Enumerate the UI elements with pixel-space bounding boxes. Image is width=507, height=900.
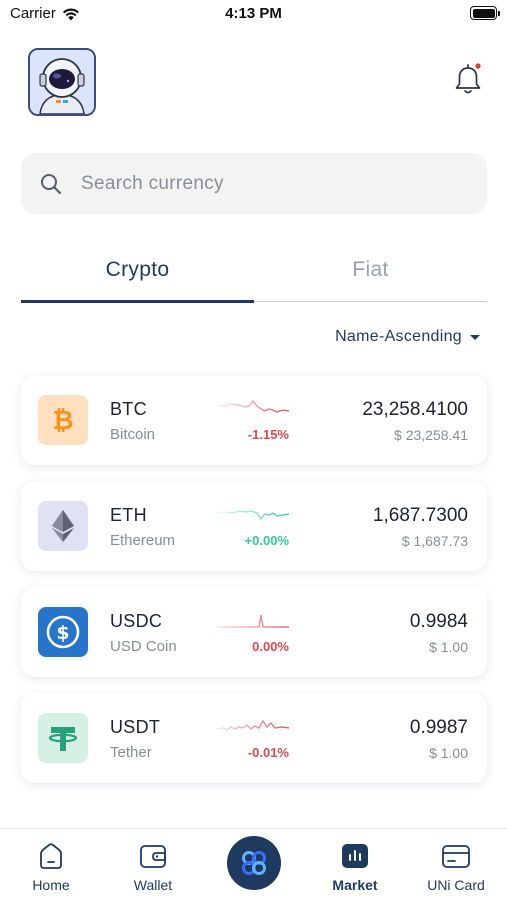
nav-home[interactable]: Home <box>11 841 91 893</box>
coin-name: Ethereum <box>110 532 176 549</box>
sparkline <box>217 399 289 413</box>
coin-price: 23,258.4100 <box>362 399 468 420</box>
sparkline <box>217 510 289 521</box>
nav-center-app-button[interactable] <box>227 836 281 890</box>
coin-name: Bitcoin <box>110 426 156 443</box>
bitcoin-icon: ₿ <box>38 395 88 445</box>
search-input[interactable] <box>81 172 441 195</box>
coin-price: 1,687.7300 <box>372 505 468 526</box>
bottom-nav: Home Wallet Market UNi Card <box>0 828 507 900</box>
coin-change: +0.00% <box>244 533 289 548</box>
nav-home-label: Home <box>32 877 70 893</box>
notification-button[interactable] <box>452 62 484 98</box>
search-icon <box>41 173 62 194</box>
coin-list: ₿ BTC Bitcoin -1.15% 23,258.4100 $ 23,25… <box>21 375 487 799</box>
tether-icon <box>38 713 88 763</box>
wallet-icon <box>140 845 166 868</box>
coin-fiat-value: $ 23,258.41 <box>394 427 468 443</box>
coin-fiat-value: $ 1,687.73 <box>401 533 468 549</box>
status-time: 4:13 PM <box>225 5 282 22</box>
coin-name: Tether <box>110 744 152 761</box>
coin-name: USD Coin <box>110 638 177 655</box>
usdc-icon: $ <box>38 607 88 657</box>
nav-uni-card-label: UNi Card <box>427 877 485 893</box>
nav-wallet[interactable]: Wallet <box>113 841 193 893</box>
market-chart-icon <box>342 844 368 868</box>
coin-price: 0.9984 <box>409 611 468 632</box>
app-logo-icon <box>242 851 266 875</box>
sparkline <box>217 719 289 731</box>
coin-price: 0.9987 <box>409 717 468 738</box>
card-icon <box>442 845 470 868</box>
caret-down-icon <box>470 334 480 340</box>
search-bar[interactable] <box>21 153 487 214</box>
tab-crypto[interactable]: Crypto <box>21 246 254 303</box>
coin-card-usdt[interactable]: USDT Tether -0.01% 0.9987 $ 1.00 <box>21 693 487 783</box>
coin-fiat-value: $ 1.00 <box>429 745 468 761</box>
coin-card-eth[interactable]: ETH Ethereum +0.00% 1,687.7300 $ 1,687.7… <box>21 481 487 571</box>
profile-avatar[interactable] <box>28 48 96 116</box>
status-bar: Carrier 4:13 PM <box>0 0 507 30</box>
nav-wallet-label: Wallet <box>133 877 173 893</box>
nav-market[interactable]: Market <box>315 841 395 893</box>
coin-card-btc[interactable]: ₿ BTC Bitcoin -1.15% 23,258.4100 $ 23,25… <box>21 375 487 465</box>
battery-icon <box>470 6 500 20</box>
nav-uni-card[interactable]: UNi Card <box>416 841 496 893</box>
sparkline <box>217 614 289 628</box>
sort-label: Name-Ascending <box>335 328 462 345</box>
notification-dot <box>475 63 481 69</box>
astronaut-avatar <box>30 50 94 114</box>
coin-card-usdc[interactable]: $ USDC USD Coin 0.00% 0.9984 $ 1.00 <box>21 587 487 677</box>
coin-change: -1.15% <box>247 427 289 442</box>
coin-fiat-value: $ 1.00 <box>429 639 468 655</box>
coin-symbol: USDT <box>110 717 161 737</box>
currency-tabs: Crypto Fiat <box>21 246 487 303</box>
coin-change: -0.01% <box>247 745 289 760</box>
home-icon <box>40 843 62 869</box>
tab-fiat[interactable]: Fiat <box>254 246 487 301</box>
coin-symbol: BTC <box>110 399 147 419</box>
sort-dropdown[interactable]: Name-Ascending <box>335 328 480 346</box>
svg-text:₿: ₿ <box>52 406 73 435</box>
ethereum-icon <box>38 501 88 551</box>
coin-symbol: USDC <box>110 611 163 631</box>
coin-symbol: ETH <box>110 505 147 525</box>
svg-text:$: $ <box>56 622 69 644</box>
nav-market-label: Market <box>332 877 378 893</box>
coin-change: 0.00% <box>252 639 289 654</box>
